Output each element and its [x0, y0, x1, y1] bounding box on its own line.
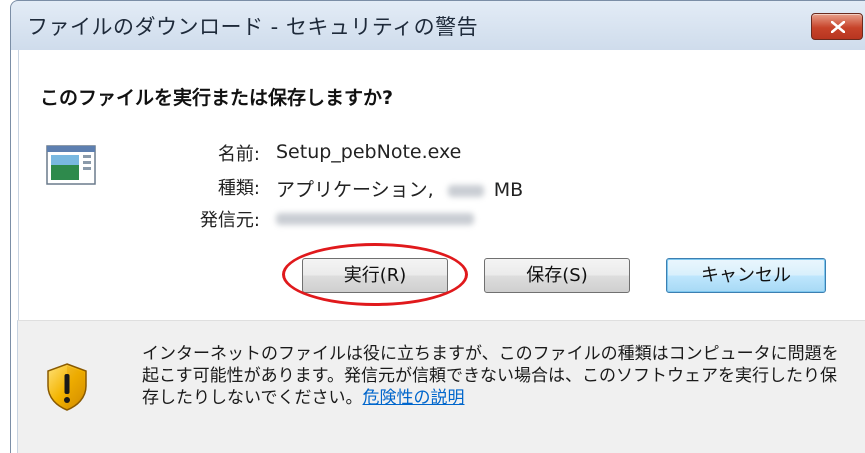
name-label: 名前: — [217, 144, 260, 165]
download-security-dialog: ファイルのダウンロード - セキュリティの警告 このファイルを実行または保存しま… — [0, 0, 865, 453]
warning-message: インターネットのファイルは役に立ちますが、このファイルの種類はコンピュータに問題… — [142, 343, 842, 409]
file-name-value: Setup_pebNote.exe — [276, 141, 462, 163]
type-label: 種類: — [217, 178, 260, 199]
publisher-label: 発信元: — [199, 210, 260, 231]
security-shield-warning-icon — [47, 363, 87, 411]
publisher-value — [276, 207, 474, 229]
close-icon — [831, 21, 845, 33]
save-button[interactable]: 保存(S) — [484, 258, 630, 293]
risk-explanation-link[interactable]: 危険性の説明 — [363, 388, 465, 408]
warning-text: インターネットのファイルは役に立ちますが、このファイルの種類はコンピュータに問題… — [142, 344, 839, 408]
redacted-publisher — [276, 212, 474, 225]
close-button[interactable] — [811, 13, 863, 40]
highlight-ellipse — [282, 243, 468, 306]
application-file-icon — [46, 145, 96, 185]
title-bar[interactable]: ファイルのダウンロード - セキュリティの警告 — [10, 0, 865, 50]
file-type-text: アプリケーション, — [276, 179, 434, 201]
window-title: ファイルのダウンロード - セキュリティの警告 — [27, 15, 479, 39]
file-size-unit: MB — [493, 179, 524, 201]
cancel-button[interactable]: キャンセル — [666, 258, 826, 293]
file-type-value: アプリケーション, MB — [276, 175, 523, 202]
dialog-question: このファイルを実行または保存しますか? — [40, 87, 394, 109]
redacted-size — [447, 184, 484, 197]
